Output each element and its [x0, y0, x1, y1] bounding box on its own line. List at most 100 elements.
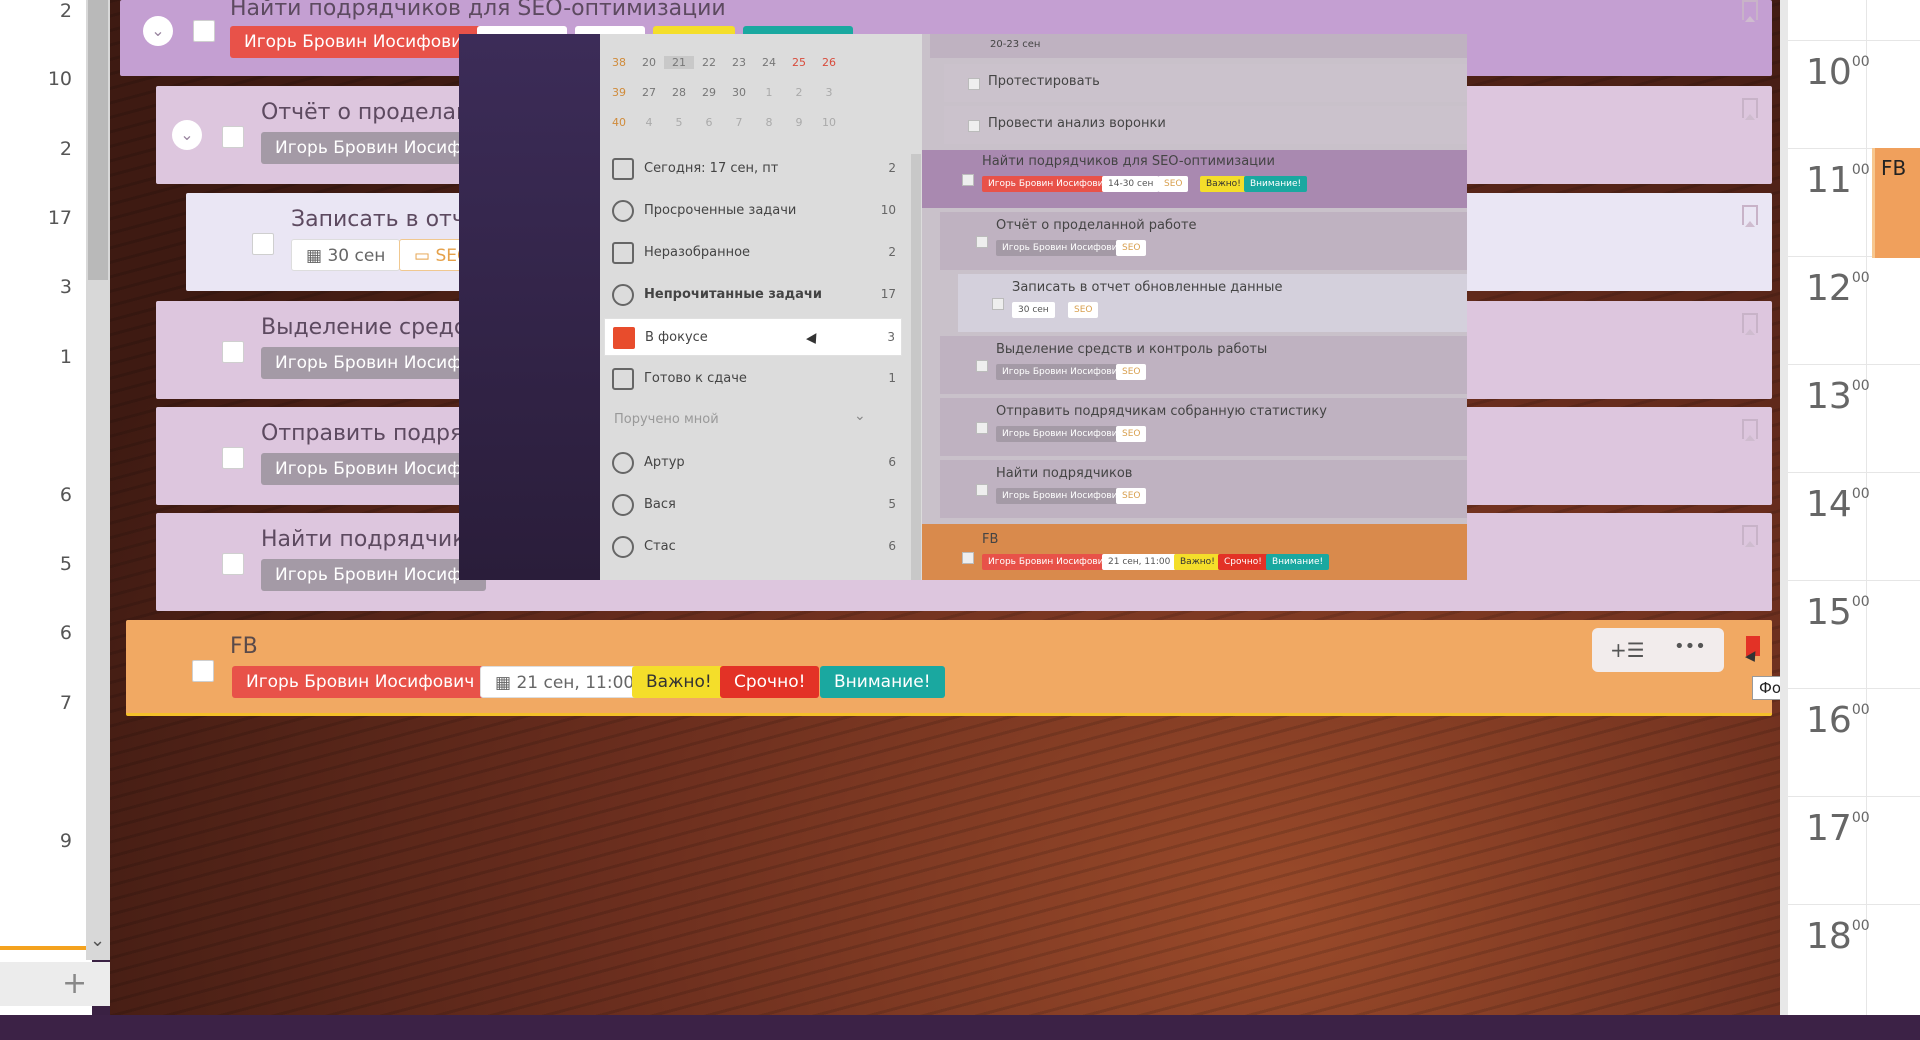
task-title: FB	[230, 634, 258, 659]
day-calendar[interactable]: 1000 1100 1200 1300 1400 1500 1600 1700 …	[1780, 0, 1920, 1015]
task-checkbox[interactable]	[222, 341, 244, 363]
check-icon	[612, 368, 634, 390]
event-label: FB	[1881, 156, 1907, 180]
chevron-down-icon[interactable]: ⌄	[854, 408, 866, 424]
attention-tag: Внимание!	[820, 666, 945, 698]
progress-line	[0, 946, 86, 950]
chevron-down-icon[interactable]: ⌄	[172, 120, 202, 150]
task-checkbox[interactable]	[222, 126, 244, 148]
hour-line	[1788, 580, 1920, 581]
calendar-icon	[612, 158, 634, 180]
menu-item-overdue[interactable]: Просроченные задачи 10	[604, 192, 902, 230]
important-tag: Важно!	[632, 666, 726, 698]
assignee-tag: Игорь Бровин Иосифо	[261, 132, 487, 164]
task-row: Найти подрядчиков Игорь Бровин Иосифович…	[940, 460, 1467, 518]
more-icon[interactable]: •••	[1674, 636, 1706, 657]
task-checkbox[interactable]	[192, 660, 214, 682]
list-icon	[612, 242, 634, 264]
task-checkbox[interactable]	[222, 553, 244, 575]
task-checkbox[interactable]	[193, 20, 215, 42]
count-label: 3	[59, 276, 72, 298]
person-item[interactable]: Вася 5	[604, 486, 902, 524]
menu-item-focus[interactable]: В фокусе 3	[604, 318, 902, 356]
assignee-tag: Игорь Бровин Иосифович	[232, 666, 489, 698]
person-item[interactable]: Артур 6	[604, 444, 902, 482]
hour-label: 1200	[1806, 268, 1870, 309]
assignee-tag: Игорь Бровин Иосифо	[261, 347, 487, 379]
task-title: Найти подрядчиков	[261, 527, 492, 552]
calendar-event[interactable]: FB	[1872, 148, 1920, 258]
task-row: Провести анализ воронки	[944, 106, 1467, 144]
section-label: Поручено мной	[614, 412, 719, 427]
calendar-icon: ▦	[495, 673, 517, 693]
count-label: 6	[59, 484, 72, 506]
hour-line	[1788, 364, 1920, 365]
menu-item-unread[interactable]: Непрочитанные задачи 17	[604, 276, 902, 314]
hour-label: 1600	[1806, 700, 1870, 741]
overlay-sidebar: 38 20 21 22 23 24 25 26 39 27 28 29 30 1…	[600, 34, 922, 580]
calendar-icon: ▦	[306, 246, 328, 266]
person-item[interactable]: Стас 6	[604, 528, 902, 566]
bookmark-icon[interactable]	[1742, 205, 1758, 227]
task-checkbox[interactable]	[222, 447, 244, 469]
overlay-scrollbar	[911, 154, 921, 580]
count-label: 1	[59, 346, 72, 368]
mini-calendar-row: 38 20 21 22 23 24 25 26	[612, 56, 836, 69]
left-count-column: 2 10 2 17 3 1 6 5 6 7 9	[0, 0, 92, 1015]
user-icon	[612, 452, 634, 474]
overlay-dark-panel	[459, 34, 600, 580]
assignee-tag: Игорь Бровин Иосифо	[261, 453, 487, 485]
hour-label: 1100	[1806, 160, 1870, 201]
bookmark-icon[interactable]	[1742, 313, 1758, 335]
task-title: Найти подрядчиков для SEO-оптимизации	[230, 0, 726, 21]
task-row: Выделение средств и контроль работы Игор…	[940, 336, 1467, 394]
bookmark-icon[interactable]	[1742, 419, 1758, 441]
task-row-fb[interactable]: FB Игорь Бровин Иосифович ▦ 21 сен, 11:0…	[126, 620, 1772, 716]
task-title: Отправить подрядч	[261, 421, 492, 446]
hour-label: 1400	[1806, 484, 1870, 525]
count-label: 17	[47, 207, 72, 229]
folder-icon: ▭	[414, 246, 436, 266]
count-label: 7	[59, 692, 72, 714]
hour-label: 1800	[1806, 916, 1870, 957]
left-scrollbar-thumb[interactable]	[88, 0, 108, 280]
count-label: 9	[59, 830, 72, 852]
task-row: Найти подрядчиков для SEO-оптимизации Иг…	[922, 150, 1467, 208]
hour-line	[1788, 688, 1920, 689]
task-row: Записать в отчет обновленные данные 30 с…	[958, 274, 1467, 332]
task-row: Отчёт о проделанной работе Игорь Бровин …	[940, 212, 1467, 270]
hour-label: 1700	[1806, 808, 1870, 849]
add-list-button[interactable]: +	[0, 962, 110, 1006]
count-label: 2	[59, 0, 72, 22]
count-label: 10	[47, 68, 72, 90]
menu-item-unsorted[interactable]: Неразобранное 2	[604, 234, 902, 272]
taskbar	[0, 1015, 1920, 1040]
task-actions: +☰ •••	[1592, 628, 1724, 672]
add-subtask-icon[interactable]: +☰	[1610, 638, 1645, 662]
hour-label: 1300	[1806, 376, 1870, 417]
bookmark-icon[interactable]	[1742, 98, 1758, 120]
task-checkbox[interactable]	[252, 233, 274, 255]
hour-line	[1788, 796, 1920, 797]
task-row: Протестировать	[944, 64, 1467, 102]
task-title: Выделение средств	[261, 315, 492, 340]
video-overlay: 38 20 21 22 23 24 25 26 39 27 28 29 30 1…	[459, 34, 1467, 580]
date-text: 21 сен, 11:00	[516, 673, 635, 693]
date-text: 30 сен	[327, 246, 386, 266]
task-row: Отправить подрядчикам собранную статисти…	[940, 398, 1467, 456]
mini-calendar-row: 39 27 28 29 30 1 2 3	[612, 86, 833, 99]
chevron-down-icon[interactable]: ⌄	[143, 16, 173, 46]
scroll-down-icon[interactable]: ⌄	[90, 930, 105, 951]
bookmark-icon[interactable]	[1742, 525, 1758, 547]
menu-item-ready[interactable]: Готово к сдаче 1	[604, 360, 902, 398]
task-row: FB Игорь Бровин Иосифович 21 сен, 11:00 …	[922, 524, 1467, 580]
assignee-tag: Игорь Бровин Иосифович	[230, 26, 487, 58]
clock-icon	[612, 200, 634, 222]
user-icon	[612, 494, 634, 516]
task-row: 20-23 сен	[930, 34, 1467, 58]
date-tag: ▦ 21 сен, 11:00	[480, 666, 650, 698]
hour-line	[1788, 472, 1920, 473]
menu-item-today[interactable]: Сегодня: 17 сен, пт 2	[604, 150, 902, 188]
task-title: Записать в отче	[291, 207, 479, 232]
bookmark-icon[interactable]	[1742, 0, 1758, 22]
